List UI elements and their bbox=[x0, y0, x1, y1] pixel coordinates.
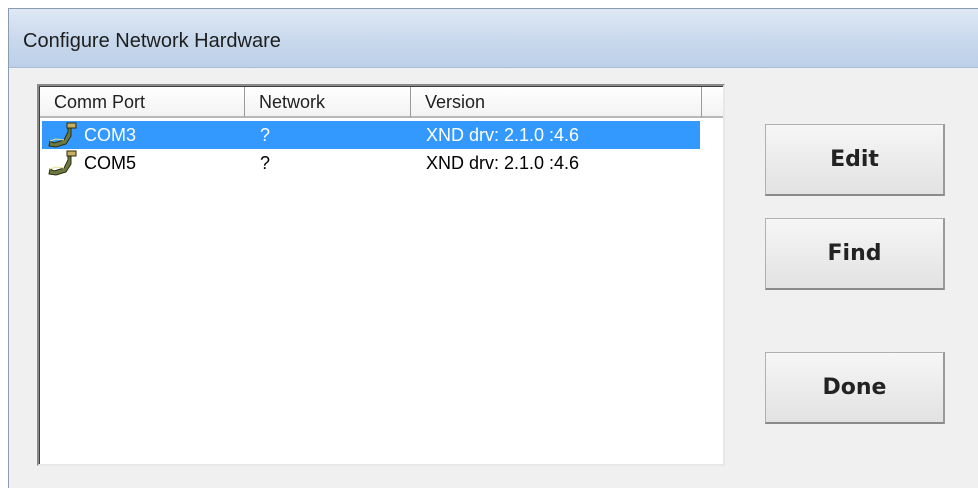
row-network: ? bbox=[260, 125, 271, 145]
column-header-comm-port[interactable]: Comm Port bbox=[40, 87, 245, 118]
window-title: Configure Network Hardware bbox=[23, 30, 281, 52]
row-version: XND drv: 2.1.0 :4.6 bbox=[426, 153, 580, 173]
comm-port-list[interactable]: Comm Port Network Version COM3 ? XND drv… bbox=[37, 84, 725, 466]
find-button[interactable]: Find bbox=[765, 218, 945, 290]
column-header-version[interactable]: Version bbox=[411, 87, 702, 118]
row-network: ? bbox=[260, 153, 271, 173]
column-header-network[interactable]: Network bbox=[245, 87, 411, 118]
row-version: XND drv: 2.1.0 :4.6 bbox=[426, 125, 580, 145]
row-comm-port: COM5 bbox=[84, 153, 137, 173]
serial-port-icon bbox=[48, 122, 77, 148]
row-comm-port: COM3 bbox=[84, 125, 137, 145]
list-item[interactable]: COM3 ? XND drv: 2.1.0 :4.6 bbox=[42, 121, 700, 149]
done-button[interactable]: Done bbox=[765, 352, 945, 424]
list-header: Comm Port Network Version bbox=[40, 87, 723, 120]
column-header-filler bbox=[702, 87, 723, 118]
serial-port-icon bbox=[48, 150, 77, 176]
edit-button[interactable]: Edit bbox=[765, 124, 945, 196]
title-bar[interactable]: Configure Network Hardware bbox=[9, 9, 978, 68]
list-item[interactable]: COM5 ? XND drv: 2.1.0 :4.6 bbox=[42, 149, 700, 177]
configure-network-hardware-dialog: Configure Network Hardware Comm Port Net… bbox=[8, 8, 978, 488]
